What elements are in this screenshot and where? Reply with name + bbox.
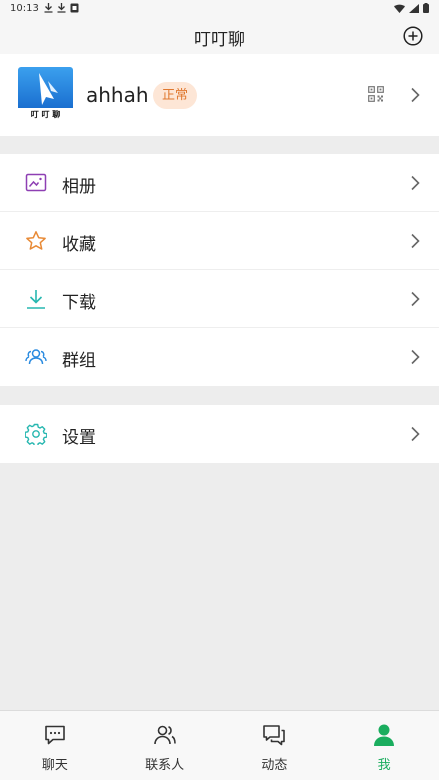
user-icon [374, 724, 395, 746]
menu-label-album: 相册 [62, 177, 96, 197]
title-bar: 叮叮聊 [0, 18, 439, 54]
chevron-right-icon [411, 87, 420, 103]
album-icon [25, 173, 47, 192]
menu-label-settings: 设置 [62, 428, 96, 448]
tab-label-contacts: 联系人 [145, 758, 185, 773]
status-badge: 正常 [153, 82, 198, 109]
star-icon [26, 231, 46, 250]
plus-circle-icon[interactable] [403, 26, 423, 46]
menu-item-favorites[interactable]: 收藏 [0, 212, 439, 270]
download-icon [44, 3, 53, 13]
chat-icon [45, 725, 65, 745]
tab-contacts[interactable]: 联系人 [110, 711, 220, 780]
tab-moments[interactable]: 动态 [220, 711, 330, 780]
chevron-right-icon [411, 233, 420, 249]
page-title: 叮叮聊 [194, 30, 245, 50]
menu-item-settings[interactable]: 设置 [0, 405, 439, 463]
status-right-icons [394, 3, 429, 13]
bottom-tab-bar: 聊天 联系人 动态 我 [0, 710, 439, 780]
status-left-icons [44, 3, 79, 13]
tab-me[interactable]: 我 [329, 711, 439, 780]
menu-group-main: 相册 收藏 下载 群组 [0, 154, 439, 386]
tab-chat[interactable]: 聊天 [0, 711, 110, 780]
menu-item-downloads[interactable]: 下载 [0, 270, 439, 328]
group-icon [25, 349, 47, 365]
notification-icon [70, 3, 79, 13]
tab-label-chat: 聊天 [41, 758, 68, 773]
tab-label-moments: 动态 [261, 758, 288, 773]
menu-item-groups[interactable]: 群组 [0, 328, 439, 386]
menu-label-favorites: 收藏 [62, 235, 96, 255]
avatar[interactable]: 叮 叮 聊 [18, 67, 73, 123]
chevron-right-icon [411, 426, 420, 442]
download-icon [27, 290, 45, 309]
menu-label-groups: 群组 [62, 351, 96, 371]
chevron-right-icon [411, 349, 420, 365]
menu-label-downloads: 下载 [62, 293, 96, 313]
battery-icon [423, 3, 429, 13]
username: ahhah [86, 83, 149, 107]
status-bar: 10:13 [0, 0, 439, 18]
chevron-right-icon [411, 291, 420, 307]
avatar-text: 叮 叮 聊 [30, 110, 61, 119]
qr-code-icon[interactable] [368, 86, 384, 102]
tab-label-me: 我 [377, 758, 391, 773]
chevron-right-icon [411, 175, 420, 191]
status-time: 10:13 [10, 3, 39, 14]
gear-icon [25, 423, 47, 445]
wifi-icon [394, 4, 405, 13]
signal-icon [409, 3, 419, 13]
download-icon [57, 3, 66, 13]
menu-group-settings: 设置 [0, 405, 439, 463]
menu-item-album[interactable]: 相册 [0, 154, 439, 212]
contacts-icon [153, 725, 176, 745]
profile-card[interactable]: 叮 叮 聊 ahhah 正常 [0, 54, 439, 136]
moments-icon [263, 725, 286, 746]
